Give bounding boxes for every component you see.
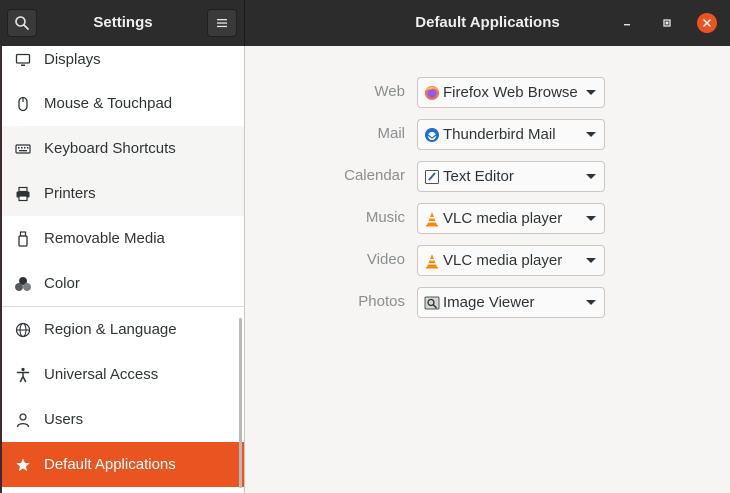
sidebar-item-universal-access[interactable]: Universal Access <box>2 352 244 397</box>
calendar-combo[interactable]: Text Editor <box>417 161 605 192</box>
sidebar-item-color[interactable]: Color <box>2 261 244 306</box>
sidebar-item-label: Displays <box>44 51 101 68</box>
sidebar-item-label: Mouse & Touchpad <box>44 95 173 112</box>
chevron-down-icon <box>578 173 604 180</box>
calendar-label: Calendar <box>344 167 405 184</box>
maximize-icon <box>663 19 671 27</box>
globe-icon <box>2 307 42 352</box>
printer-icon <box>2 171 42 216</box>
keyboard-icon <box>2 126 42 171</box>
sidebar-item-mouse-touchpad[interactable]: Mouse & Touchpad <box>2 81 244 126</box>
vlc-icon <box>424 211 440 227</box>
search-icon <box>15 16 29 30</box>
image-viewer-icon <box>424 295 440 311</box>
window-left-edge <box>0 46 2 493</box>
text-editor-icon <box>424 169 440 185</box>
music-combo[interactable]: VLC media player <box>417 203 605 234</box>
user-icon <box>2 397 42 442</box>
sidebar-item-label: Printers <box>44 185 96 202</box>
accessibility-icon <box>2 352 42 397</box>
sidebar-scrollbar[interactable] <box>239 318 242 488</box>
minimize-icon <box>624 24 630 26</box>
photos-combo-value: Image Viewer <box>443 294 535 311</box>
sidebar-item-keyboard-shortcuts[interactable]: Keyboard Shortcuts <box>2 126 244 171</box>
chevron-down-icon <box>578 89 604 96</box>
mail-combo-value: Thunderbird Mail <box>443 126 556 143</box>
video-combo[interactable]: VLC media player <box>417 245 605 276</box>
chevron-down-icon <box>578 131 604 138</box>
star-icon <box>2 442 42 487</box>
sidebar-item-label: Universal Access <box>44 366 159 383</box>
settings-window: Settings Default Applications Displays M… <box>0 0 730 493</box>
sidebar-item-label: Color <box>44 275 80 292</box>
display-icon <box>2 46 42 82</box>
default-applications-panel: Web Firefox Web Browser Mail Thunderbird… <box>245 46 730 493</box>
firefox-icon <box>424 85 440 101</box>
calendar-combo-value: Text Editor <box>443 168 514 185</box>
sidebar-item-label: Default Applications <box>44 456 176 473</box>
chevron-down-icon <box>578 215 604 222</box>
web-combo[interactable]: Firefox Web Browser <box>417 77 605 108</box>
photos-combo[interactable]: Image Viewer <box>417 287 605 318</box>
color-icon <box>2 261 42 306</box>
sidebar-item-label: Keyboard Shortcuts <box>44 140 176 157</box>
mail-label: Mail <box>377 125 405 142</box>
chevron-down-icon <box>578 299 604 306</box>
maximize-button[interactable] <box>657 13 677 33</box>
sidebar-header: Settings <box>0 0 244 46</box>
usb-drive-icon <box>2 216 42 261</box>
web-label: Web <box>374 83 405 100</box>
sidebar-item-default-applications[interactable]: Default Applications <box>2 442 244 487</box>
web-combo-value: Firefox Web Browser <box>443 84 578 101</box>
photos-label: Photos <box>358 293 405 310</box>
sidebar-item-displays[interactable]: Displays <box>2 46 244 82</box>
hamburger-menu-icon <box>217 19 227 28</box>
header-bar: Settings Default Applications <box>0 0 730 46</box>
mouse-icon <box>2 81 42 126</box>
sidebar-item-label: Users <box>44 411 84 428</box>
sidebar-title: Settings <box>93 14 153 31</box>
chevron-down-icon <box>578 257 604 264</box>
music-label: Music <box>365 209 405 226</box>
video-combo-value: VLC media player <box>443 252 563 269</box>
minimize-button[interactable] <box>617 13 637 33</box>
sidebar-item-users[interactable]: Users <box>2 397 244 442</box>
sidebar-item-label: Removable Media <box>44 230 165 247</box>
sidebar-item-printers[interactable]: Printers <box>2 171 244 216</box>
video-label: Video <box>366 251 405 268</box>
thunderbird-icon <box>424 127 440 143</box>
music-combo-value: VLC media player <box>443 210 563 227</box>
sidebar-item-label: Region & Language <box>44 321 177 338</box>
sidebar: Displays Mouse & Touchpad Keyboard Short… <box>0 46 244 493</box>
close-icon <box>703 19 711 27</box>
menu-button[interactable] <box>207 9 237 37</box>
sidebar-item-removable-media[interactable]: Removable Media <box>2 216 244 261</box>
close-button[interactable] <box>697 13 717 33</box>
vlc-icon <box>424 253 440 269</box>
search-button[interactable] <box>7 9 37 37</box>
mail-combo[interactable]: Thunderbird Mail <box>417 119 605 150</box>
sidebar-item-region-language[interactable]: Region & Language <box>2 307 244 352</box>
